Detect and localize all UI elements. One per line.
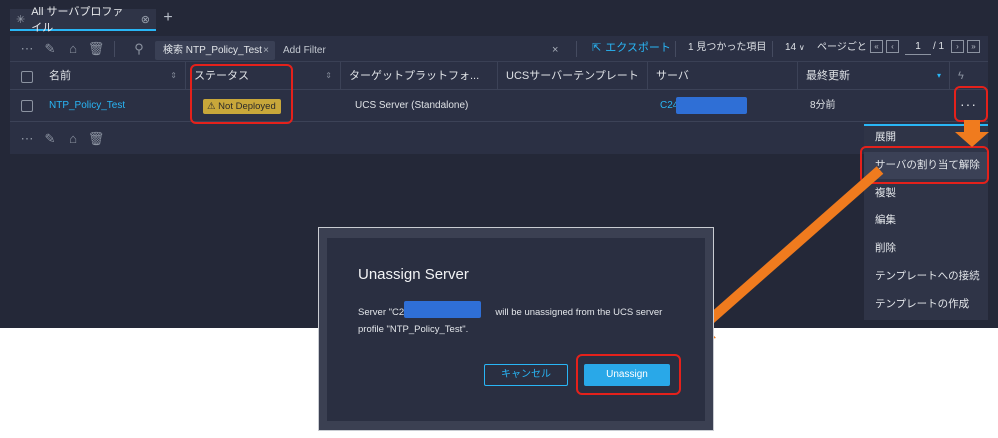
dialog-message-line2: profile "NTP_Policy_Test". (358, 324, 469, 335)
down-arrow-icon (955, 120, 989, 147)
dialog-title: Unassign Server (358, 266, 469, 283)
unassign-button-highlight (576, 354, 681, 395)
diagonal-arrow-icon (686, 166, 884, 344)
cancel-button[interactable]: キャンセル (484, 364, 568, 386)
dialog-message-suffix: will be unassigned from the UCS server (495, 307, 663, 318)
dialog-message-prefix: Server "C24 (358, 307, 410, 318)
redacted-server-name (404, 301, 481, 318)
